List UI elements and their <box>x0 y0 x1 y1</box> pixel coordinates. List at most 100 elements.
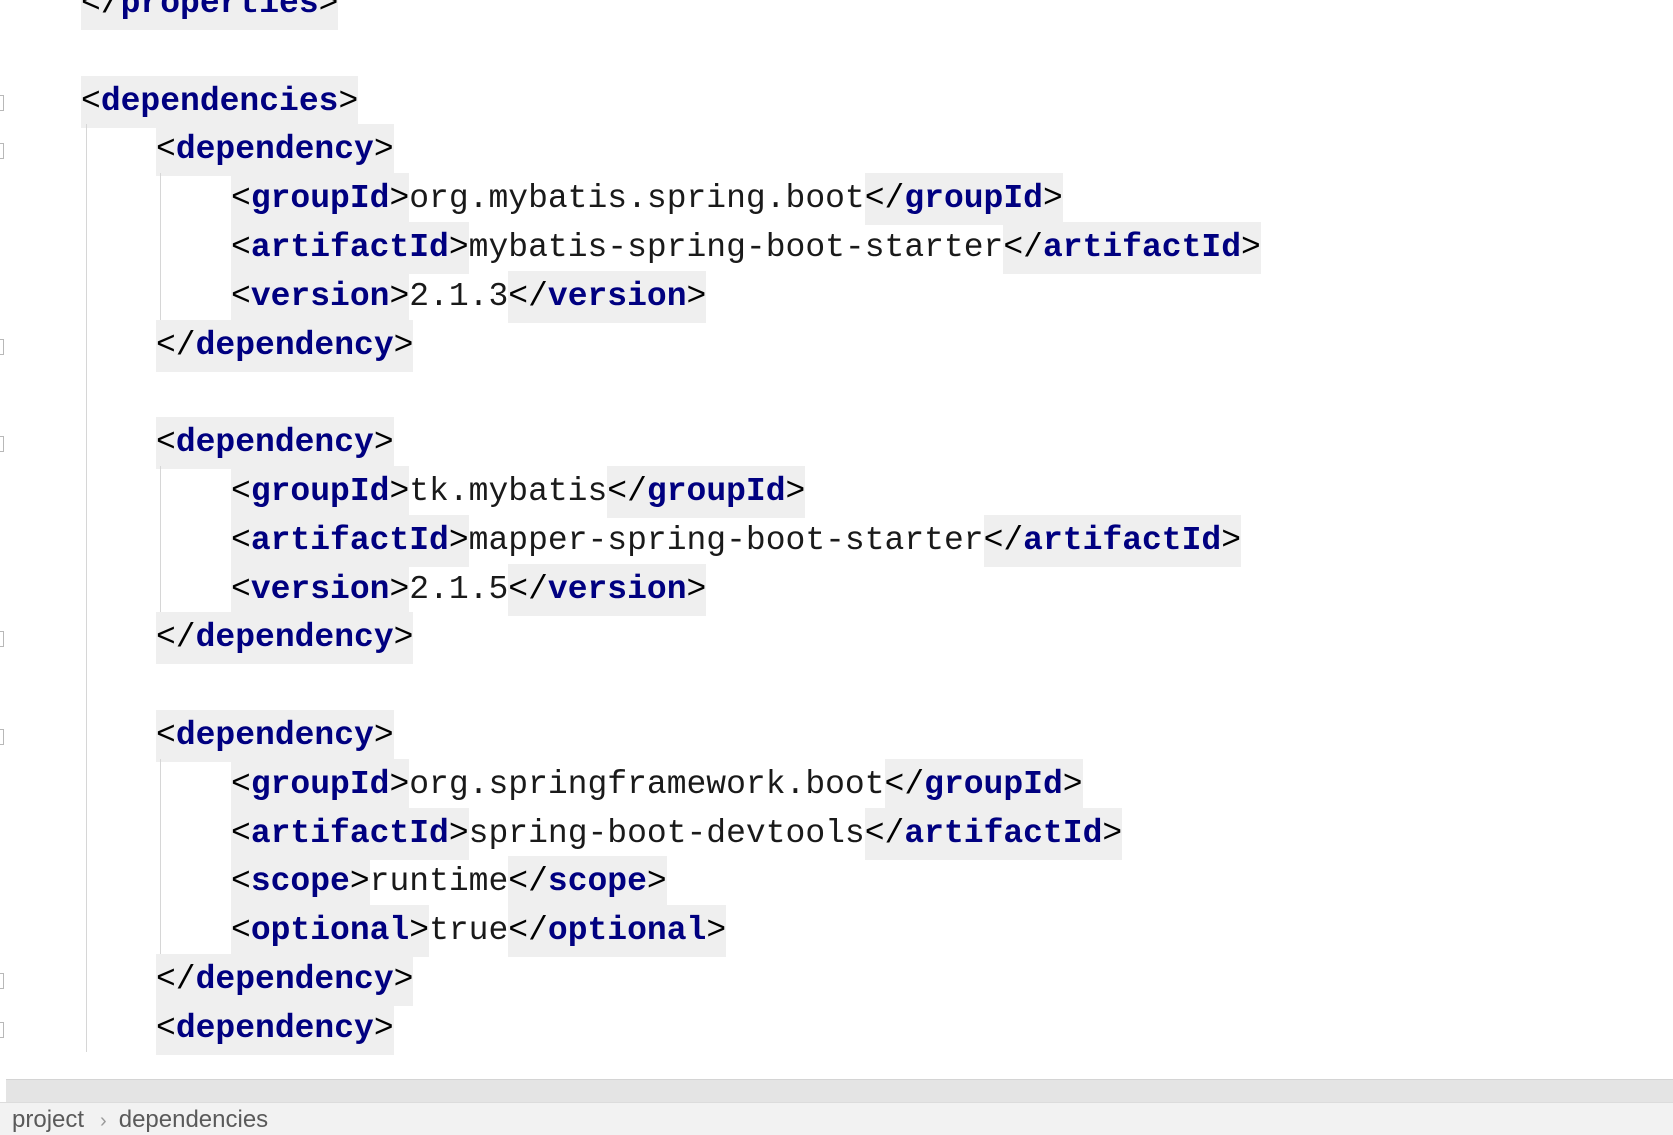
xml-bracket: > <box>1241 222 1261 274</box>
code-line[interactable]: <artifactId>mapper-spring-boot-starter</… <box>231 514 1242 567</box>
xml-bracket: </ <box>864 173 905 226</box>
xml-bracket: < <box>231 807 251 860</box>
code-line[interactable]: <optional>true</optional> <box>231 905 727 958</box>
code-line[interactable]: </properties> <box>81 0 339 30</box>
indent-guide <box>160 173 161 320</box>
fold-toggle-icon[interactable] <box>0 143 4 160</box>
xml-tag-name: artifactId <box>250 514 449 567</box>
xml-bracket: </ <box>1003 222 1043 274</box>
xml-bracket: > <box>1102 807 1123 860</box>
xml-tag-name: optional <box>250 905 410 958</box>
code-line[interactable]: <version>2.1.5</version> <box>231 563 707 616</box>
xml-bracket: < <box>156 710 176 762</box>
xml-bracket: > <box>448 514 469 567</box>
xml-tag-name: scope <box>547 856 647 909</box>
xml-bracket: < <box>231 270 251 323</box>
xml-bracket: > <box>706 905 727 958</box>
breadcrumb: project › dependencies <box>0 1102 1673 1135</box>
xml-bracket: < <box>231 758 251 811</box>
xml-bracket: </ <box>607 466 647 518</box>
xml-tag-name: dependency <box>175 124 374 177</box>
xml-bracket: > <box>349 856 370 909</box>
fold-toggle-icon[interactable] <box>0 1021 4 1038</box>
fold-toggle-icon[interactable] <box>0 436 4 453</box>
xml-tag-name: dependency <box>195 319 394 372</box>
breadcrumb-item-dependencies[interactable]: dependencies <box>119 1103 268 1135</box>
xml-bracket: > <box>373 124 394 177</box>
xml-tag-name: groupId <box>250 758 390 811</box>
xml-tag-name: dependency <box>175 710 374 762</box>
xml-tag-name: artifactId <box>1042 222 1242 274</box>
fold-toggle-icon[interactable] <box>0 729 4 745</box>
code-line[interactable]: <groupId>tk.mybatis</groupId> <box>231 466 806 518</box>
xml-tag-name: dependency <box>195 612 394 665</box>
code-line[interactable]: <groupId>org.springframework.boot</group… <box>231 758 1083 811</box>
xml-bracket: > <box>318 0 339 30</box>
code-line[interactable]: </dependency> <box>156 612 414 665</box>
xml-text-value: mybatis-spring-boot-starter <box>468 229 1004 266</box>
xml-bracket: </ <box>156 954 196 1006</box>
code-line[interactable]: </dependency> <box>156 319 414 372</box>
code-line[interactable]: <dependency> <box>156 124 394 177</box>
xml-bracket: </ <box>508 270 548 323</box>
xml-bracket: > <box>646 856 667 909</box>
code-editor[interactable]: </properties> <dependencies> <dependency> <… <box>0 0 1673 1135</box>
fold-toggle-icon[interactable] <box>0 973 4 989</box>
xml-bracket: > <box>448 807 469 860</box>
xml-bracket: > <box>389 758 410 811</box>
xml-bracket: < <box>231 466 251 518</box>
xml-tag-name: groupId <box>250 173 390 226</box>
code-line[interactable]: <dependency> <box>156 417 394 470</box>
code-line[interactable]: <groupId>org.mybatis.spring.boot</groupI… <box>231 173 1063 226</box>
xml-tag-name: version <box>250 563 390 616</box>
xml-bracket: </ <box>81 0 121 30</box>
code-line[interactable]: <dependency> <box>156 1002 394 1055</box>
xml-tag-name: optional <box>547 905 707 958</box>
xml-text-value: runtime <box>369 863 509 901</box>
code-line[interactable]: <scope>runtime</scope> <box>231 856 667 909</box>
xml-tag-name: properties <box>120 0 319 30</box>
xml-bracket: > <box>448 222 469 274</box>
xml-bracket: < <box>231 563 251 616</box>
xml-tag-name: groupId <box>250 466 390 518</box>
code-line[interactable]: <artifactId>mybatis-spring-boot-starter<… <box>231 222 1261 274</box>
xml-bracket: > <box>785 466 806 518</box>
xml-tag-name: artifactId <box>904 807 1103 860</box>
xml-bracket: </ <box>864 807 905 860</box>
xml-bracket: > <box>373 1002 394 1055</box>
xml-tag-name: artifactId <box>1023 514 1222 567</box>
xml-tag-name: dependencies <box>100 75 339 128</box>
xml-text-value: 2.1.5 <box>409 570 509 608</box>
xml-bracket: < <box>81 75 101 128</box>
code-line[interactable]: <version>2.1.3</version> <box>231 270 707 323</box>
fold-toggle-icon[interactable] <box>0 631 4 648</box>
xml-bracket: < <box>231 856 251 909</box>
xml-text-value: 2.1.3 <box>409 277 509 315</box>
xml-bracket: < <box>231 514 251 567</box>
xml-text-value: org.mybatis.spring.boot <box>409 180 865 218</box>
indent-guide <box>160 758 161 954</box>
xml-bracket: > <box>393 612 414 665</box>
code-line[interactable]: <dependency> <box>156 710 394 762</box>
xml-bracket: > <box>373 710 394 762</box>
horizontal-scrollbar[interactable] <box>6 1079 1673 1102</box>
xml-tag-name: dependency <box>195 954 394 1006</box>
code-line[interactable]: <dependencies> <box>81 75 359 128</box>
code-line[interactable]: <artifactId>spring-boot-devtools</artifa… <box>231 807 1123 860</box>
fold-toggle-icon[interactable] <box>0 94 4 111</box>
xml-bracket: </ <box>884 758 925 811</box>
xml-bracket: > <box>389 563 410 616</box>
xml-text-value: mapper-spring-boot-starter <box>468 521 984 559</box>
xml-bracket: < <box>156 124 176 177</box>
xml-bracket: > <box>686 563 707 616</box>
xml-tag-name: artifactId <box>250 807 449 860</box>
xml-text-value: true <box>429 912 509 950</box>
code-line[interactable]: </dependency> <box>156 954 414 1006</box>
xml-bracket: > <box>389 270 410 323</box>
xml-bracket: > <box>338 75 359 128</box>
xml-bracket: </ <box>508 905 548 958</box>
xml-tag-name: groupId <box>904 173 1043 226</box>
xml-bracket: < <box>231 905 251 958</box>
fold-toggle-icon[interactable] <box>0 338 4 355</box>
breadcrumb-item-project[interactable]: project <box>12 1103 84 1135</box>
